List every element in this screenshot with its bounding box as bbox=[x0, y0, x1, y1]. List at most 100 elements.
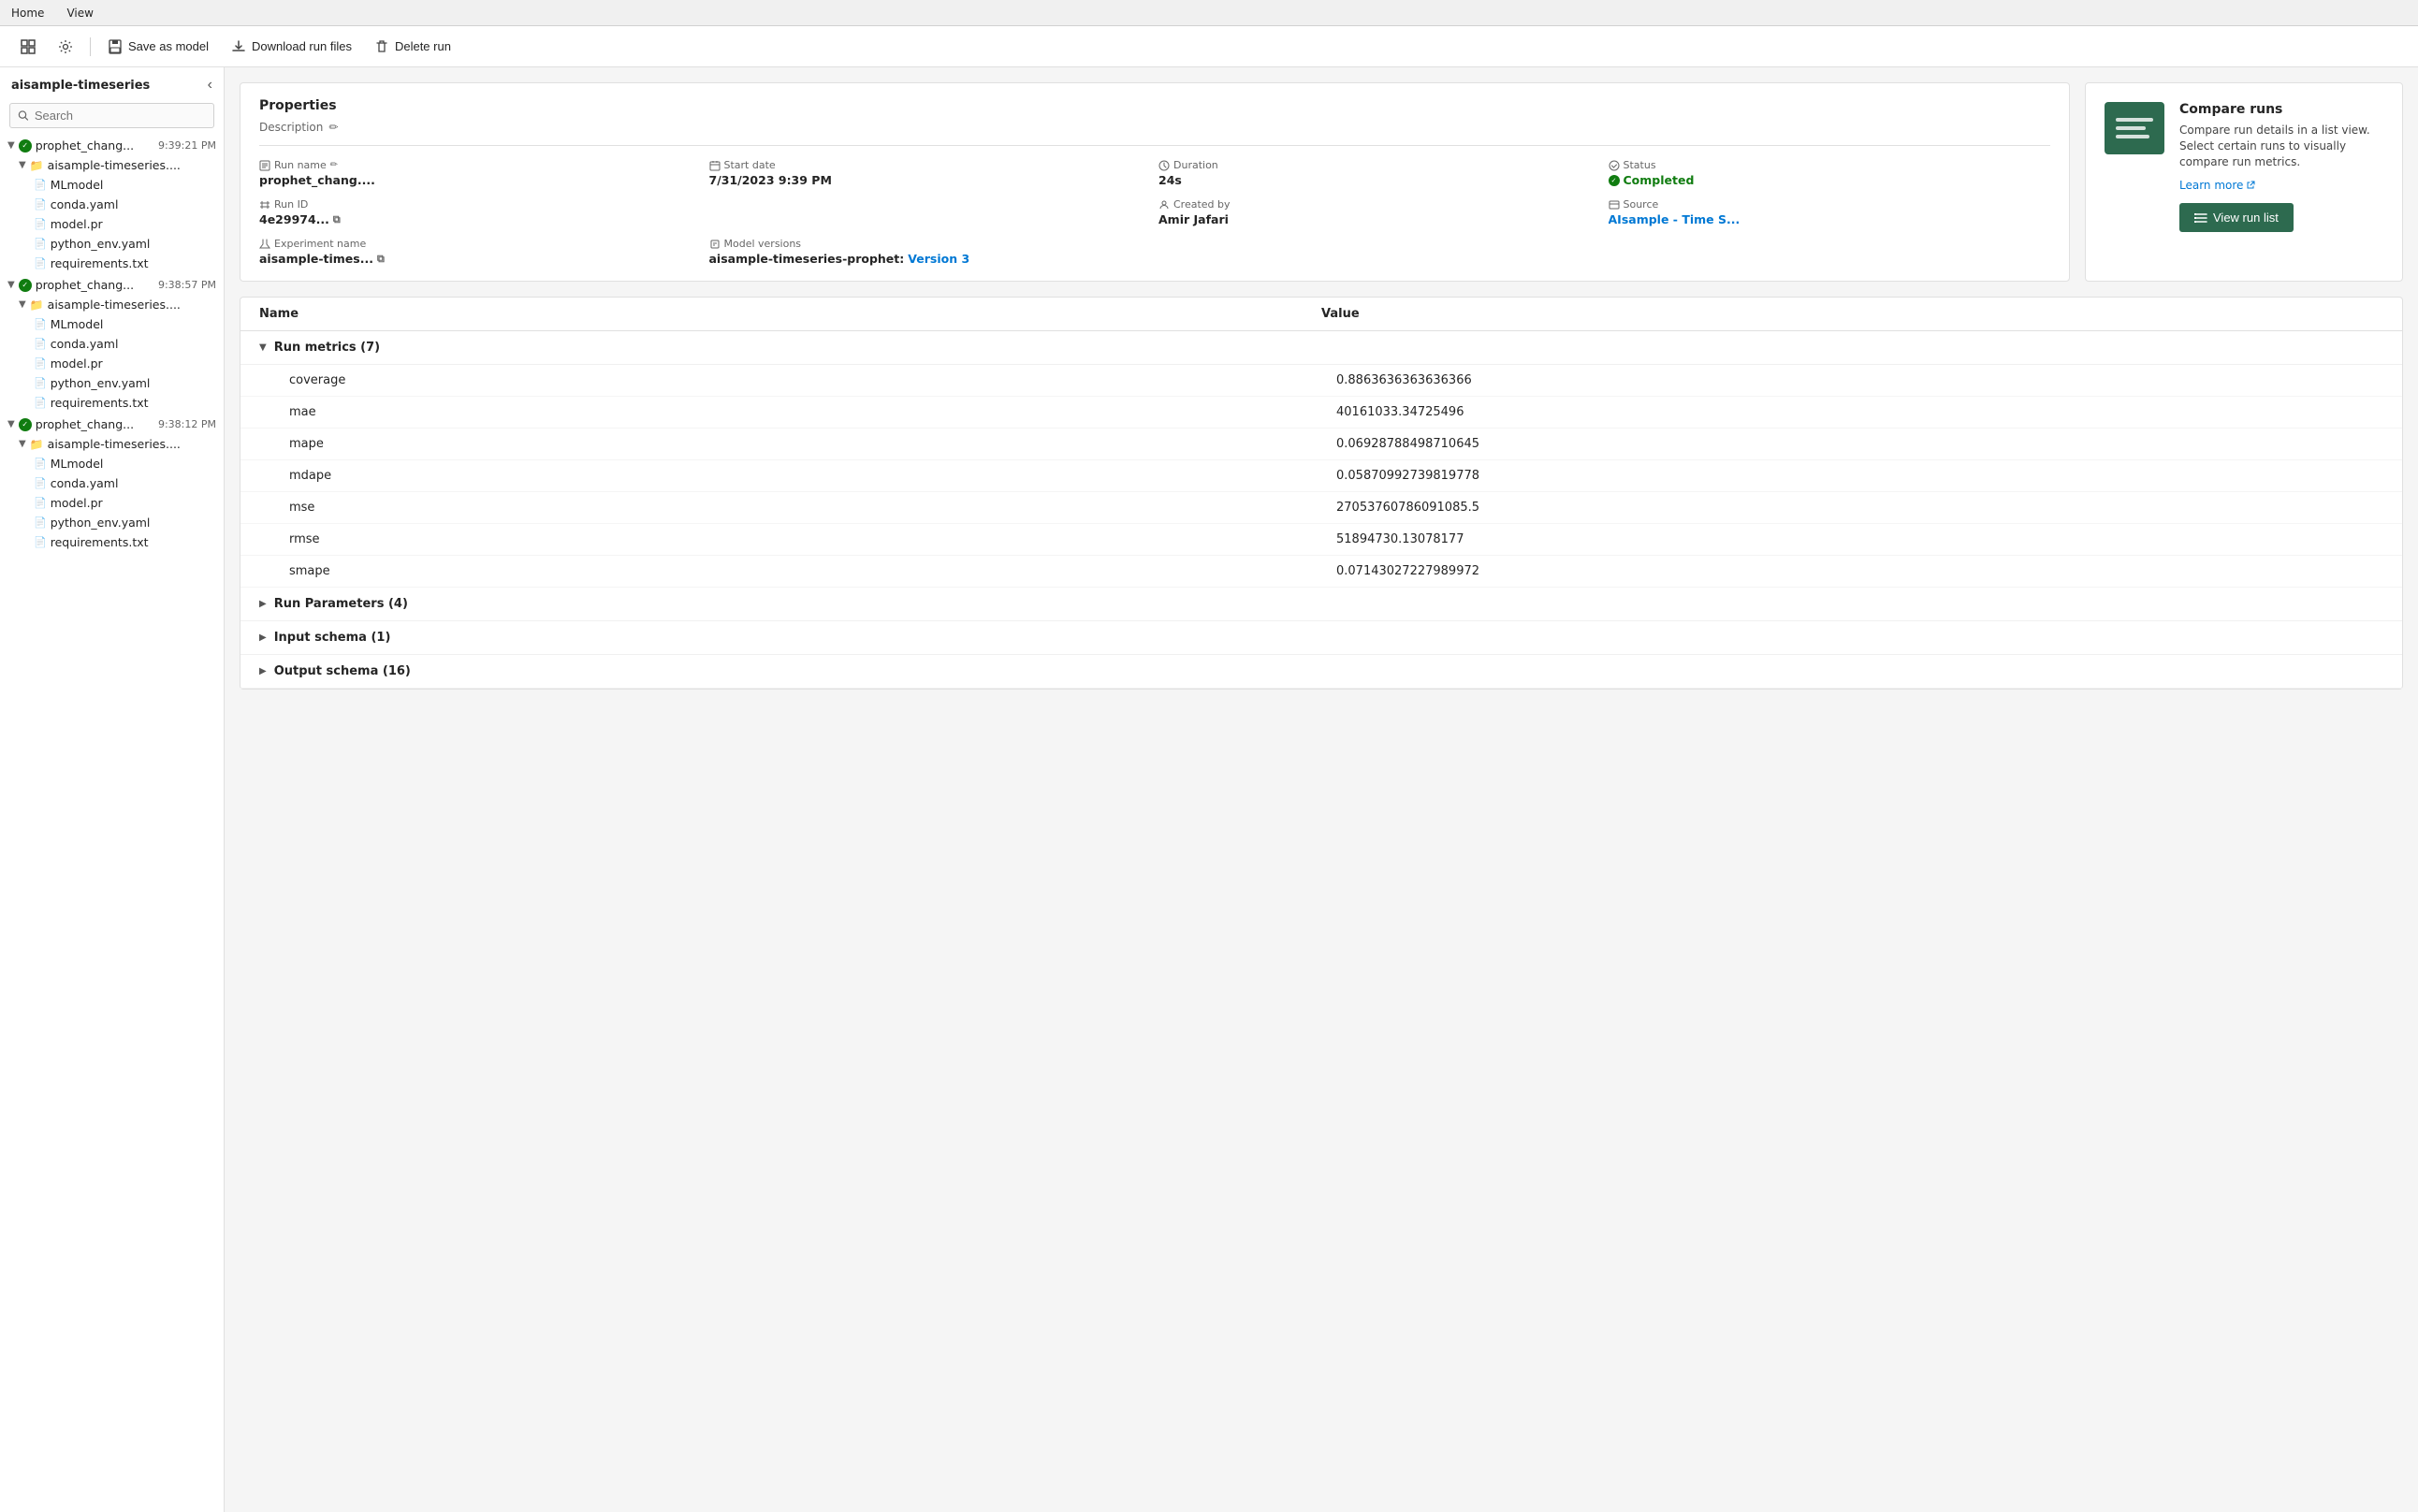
search-input[interactable] bbox=[35, 109, 206, 123]
run3-file-modelpr[interactable]: 📄 model.pr bbox=[0, 493, 224, 513]
status-completed-dot bbox=[1609, 175, 1620, 186]
run2-file-pythonenv[interactable]: 📄 python_env.yaml bbox=[0, 373, 224, 393]
section-run-metrics[interactable]: ▼ Run metrics (7) bbox=[240, 331, 2402, 365]
menu-view[interactable]: View bbox=[63, 5, 96, 22]
run3-file-conda[interactable]: 📄 conda.yaml bbox=[0, 473, 224, 493]
section-input-schema[interactable]: ▶ Input schema (1) bbox=[240, 621, 2402, 655]
squares-icon-button[interactable] bbox=[11, 35, 45, 59]
col-header-name: Name bbox=[259, 307, 1321, 321]
section-run-parameters-title: Run Parameters (4) bbox=[274, 597, 408, 611]
sidebar-item-run3[interactable]: ▼ prophet_chang... 9:38:12 PM bbox=[0, 414, 224, 434]
model-version-link[interactable]: Version 3 bbox=[908, 252, 969, 266]
file-icon: 📄 bbox=[34, 516, 47, 529]
prop-duration-value: 24s bbox=[1158, 173, 1601, 187]
compare-thumb-lines bbox=[2108, 110, 2161, 146]
sidebar-item-run3-folder[interactable]: ▼ 📁 aisample-timeseries.... bbox=[0, 434, 224, 454]
thumb-line3 bbox=[2116, 135, 2149, 138]
run1-file-mlmodel[interactable]: 📄 MLmodel bbox=[0, 175, 224, 195]
col-header-value: Value bbox=[1321, 307, 2383, 321]
chevron-down-icon: ▼ bbox=[19, 160, 26, 170]
run-name-edit-icon[interactable]: ✏ bbox=[330, 160, 338, 170]
prop-run-id: Run ID 4e29974... ⧉ bbox=[259, 198, 1151, 226]
edit-icon[interactable]: ✏ bbox=[328, 121, 338, 134]
sidebar-title: aisample-timeseries bbox=[11, 79, 150, 93]
save-as-model-label: Save as model bbox=[128, 39, 209, 53]
sidebar-item-run1[interactable]: ▼ prophet_chang... 9:39:21 PM bbox=[0, 136, 224, 155]
metric-row-mse: mse 27053760786091085.5 bbox=[240, 492, 2402, 524]
run3-file-mlmodel[interactable]: 📄 MLmodel bbox=[0, 454, 224, 473]
run1-folder-label: aisample-timeseries.... bbox=[48, 158, 181, 172]
main-layout: aisample-timeseries ‹ ▼ prophet_chang...… bbox=[0, 67, 2418, 1512]
run2-file-pythonenv-label: python_env.yaml bbox=[51, 376, 151, 390]
sidebar-item-run2[interactable]: ▼ prophet_chang... 9:38:57 PM bbox=[0, 275, 224, 295]
prop-status: Status Completed bbox=[1609, 159, 2051, 187]
run2-file-requirements[interactable]: 📄 requirements.txt bbox=[0, 393, 224, 413]
prop-status-label: Status bbox=[1609, 159, 2051, 171]
run1-file-pythonenv-label: python_env.yaml bbox=[51, 237, 151, 251]
chevron-down-icon: ▼ bbox=[7, 140, 15, 151]
prop-model-versions-label: Model versions bbox=[709, 238, 1152, 250]
delete-icon bbox=[374, 39, 389, 54]
run3-file-requirements[interactable]: 📄 requirements.txt bbox=[0, 532, 224, 552]
download-run-files-label: Download run files bbox=[252, 39, 352, 53]
prop-model-versions: Model versions aisample-timeseries-proph… bbox=[709, 238, 1152, 266]
properties-card: Properties Description ✏ Run name bbox=[240, 82, 2070, 282]
settings-icon-button[interactable] bbox=[49, 35, 82, 59]
sidebar-collapse-button[interactable]: ‹ bbox=[208, 77, 212, 94]
prop-run-name: Run name ✏ prophet_chang.... bbox=[259, 159, 702, 187]
run3-file-requirements-label: requirements.txt bbox=[51, 535, 149, 549]
chevron-right-icon: ▶ bbox=[259, 666, 267, 676]
run1-file-requirements[interactable]: 📄 requirements.txt bbox=[0, 254, 224, 273]
copy-icon-experiment[interactable]: ⧉ bbox=[377, 253, 385, 266]
metric-name-mape: mape bbox=[289, 437, 1336, 451]
description-row: Description ✏ bbox=[259, 121, 2050, 134]
run2-file-modelpr[interactable]: 📄 model.pr bbox=[0, 354, 224, 373]
prop-start-date-value: 7/31/2023 9:39 PM bbox=[709, 173, 1152, 187]
metric-value-smape: 0.07143027227989972 bbox=[1336, 564, 2383, 578]
menu-home[interactable]: Home bbox=[7, 5, 48, 22]
hashtag-icon bbox=[259, 199, 270, 211]
file-icon: 📄 bbox=[34, 536, 47, 548]
file-icon: 📄 bbox=[34, 497, 47, 509]
file-icon: 📄 bbox=[34, 357, 47, 370]
run3-time: 9:38:12 PM bbox=[158, 418, 216, 430]
status-completed-icon-run1 bbox=[19, 139, 32, 153]
delete-run-button[interactable]: Delete run bbox=[365, 35, 460, 59]
run2-file-requirements-label: requirements.txt bbox=[51, 396, 149, 410]
learn-more-link[interactable]: Learn more bbox=[2179, 179, 2383, 192]
run2-time: 9:38:57 PM bbox=[158, 279, 216, 291]
chevron-down-icon: ▼ bbox=[19, 299, 26, 310]
prop-created-by: Created by Amir Jafari bbox=[1158, 198, 1601, 226]
chevron-down-icon: ▼ bbox=[7, 280, 15, 290]
properties-grid: Run name ✏ prophet_chang.... Start date bbox=[259, 159, 2050, 266]
section-output-schema[interactable]: ▶ Output schema (16) bbox=[240, 655, 2402, 689]
run2-file-conda[interactable]: 📄 conda.yaml bbox=[0, 334, 224, 354]
save-icon bbox=[108, 39, 123, 54]
menu-bar: Home View bbox=[0, 0, 2418, 26]
run3-file-pythonenv[interactable]: 📄 python_env.yaml bbox=[0, 513, 224, 532]
section-input-schema-title: Input schema (1) bbox=[274, 631, 391, 645]
prop-created-by-label: Created by bbox=[1158, 198, 1601, 211]
chevron-right-icon: ▶ bbox=[259, 599, 267, 609]
compare-runs-title: Compare runs bbox=[2179, 102, 2383, 117]
chevron-down-icon: ▼ bbox=[7, 419, 15, 429]
run1-file-conda[interactable]: 📄 conda.yaml bbox=[0, 195, 224, 214]
sidebar-item-run2-folder[interactable]: ▼ 📁 aisample-timeseries.... bbox=[0, 295, 224, 314]
prop-run-name-label: Run name ✏ bbox=[259, 159, 702, 171]
sidebar-item-run1-folder[interactable]: ▼ 📁 aisample-timeseries.... bbox=[0, 155, 224, 175]
prop-duration-label: Duration bbox=[1158, 159, 1601, 171]
section-run-parameters[interactable]: ▶ Run Parameters (4) bbox=[240, 588, 2402, 621]
document-icon bbox=[259, 160, 270, 171]
download-run-files-button[interactable]: Download run files bbox=[222, 35, 361, 59]
copy-icon[interactable]: ⧉ bbox=[333, 213, 341, 226]
metric-name-coverage: coverage bbox=[289, 373, 1336, 387]
run1-file-modelpr[interactable]: 📄 model.pr bbox=[0, 214, 224, 234]
metrics-table-header: Name Value bbox=[240, 298, 2402, 331]
save-as-model-button[interactable]: Save as model bbox=[98, 35, 218, 59]
view-run-list-label: View run list bbox=[2213, 211, 2279, 225]
run1-file-requirements-label: requirements.txt bbox=[51, 256, 149, 270]
run1-file-pythonenv[interactable]: 📄 python_env.yaml bbox=[0, 234, 224, 254]
run2-file-mlmodel[interactable]: 📄 MLmodel bbox=[0, 314, 224, 334]
status-completed-icon-run2 bbox=[19, 279, 32, 292]
view-run-list-button[interactable]: View run list bbox=[2179, 203, 2294, 232]
